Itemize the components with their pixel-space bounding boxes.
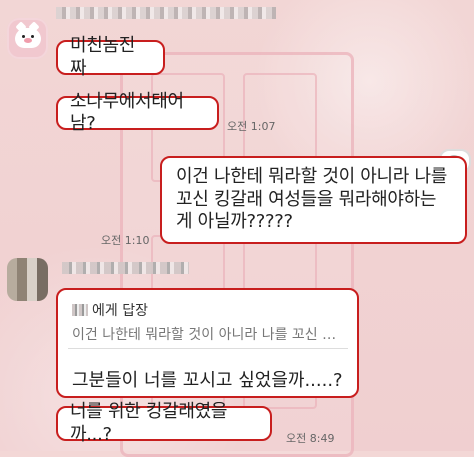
message-bubble: 미친놈진짜: [56, 35, 165, 79]
message-bubble: 너를 위한 킹갈래였을까...?: [56, 401, 272, 445]
timestamp: 오전 1:07: [227, 120, 276, 133]
message-text: 소나무에서태어남?: [70, 90, 184, 135]
reply-divider: [68, 348, 348, 349]
blurred-title: [56, 7, 276, 19]
blurred-avatar: [7, 258, 48, 301]
timestamp: 오전 1:10: [101, 234, 150, 247]
message-bubble: 이건 나한테 뭐라할 것이 아니라 나를 꼬신 킹갈래 여성들을 뭐라해야하는 …: [160, 156, 467, 244]
reply-header: 에게 답장: [72, 300, 148, 320]
reply-bubble: 에게 답장 이건 나한테 뭐라할 것이 아니라 나를 꼬신 킹... 그분들이 …: [56, 288, 359, 398]
pig-eye-right: [31, 35, 34, 38]
reply-label: 에게 답장: [92, 303, 148, 319]
reply-text: 그분들이 너를 꼬시고 싶었을까.....?: [72, 370, 343, 391]
timestamp: 오전 8:49: [286, 432, 335, 445]
blurred-name: [62, 262, 189, 274]
message-text: 이건 나한테 뭐라할 것이 아니라 나를 꼬신 킹갈래 여성들을 뭐라해야하는 …: [176, 166, 448, 232]
message-bubble: 소나무에서태어남?: [56, 91, 219, 134]
top-bar: [0, 0, 474, 24]
message-text: 미친놈진짜: [70, 35, 136, 79]
pig-nose: [24, 38, 32, 43]
pig-avatar-icon: [7, 18, 48, 59]
blurred-recipient: [72, 304, 88, 316]
reply-quote: 이건 나한테 뭐라할 것이 아니라 나를 꼬신 킹...: [72, 327, 342, 343]
message-text: 너를 위한 킹갈래였을까...?: [70, 401, 228, 445]
